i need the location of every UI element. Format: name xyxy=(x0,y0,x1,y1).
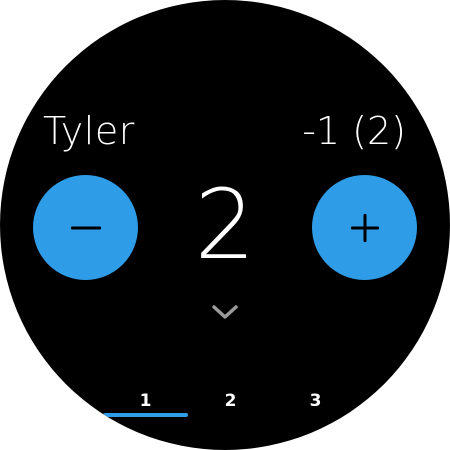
tab-page-3[interactable]: 3 xyxy=(273,388,358,418)
score-value: 2 xyxy=(194,169,256,281)
expand-button[interactable] xyxy=(210,300,240,324)
increment-button[interactable] xyxy=(312,175,417,280)
watch-screen: Tyler -1 (2) 2 1 2 3 xyxy=(0,0,450,450)
plus-icon xyxy=(349,212,381,244)
score-delta: -1 (2) xyxy=(302,109,406,153)
player-name: Tyler xyxy=(43,109,135,153)
active-tab-indicator xyxy=(103,413,188,417)
tab-page-2[interactable]: 2 xyxy=(188,388,273,418)
decrement-button[interactable] xyxy=(33,175,138,280)
page-tabs: 1 2 3 xyxy=(103,388,358,418)
chevron-down-icon xyxy=(210,305,240,328)
minus-icon xyxy=(70,212,102,244)
